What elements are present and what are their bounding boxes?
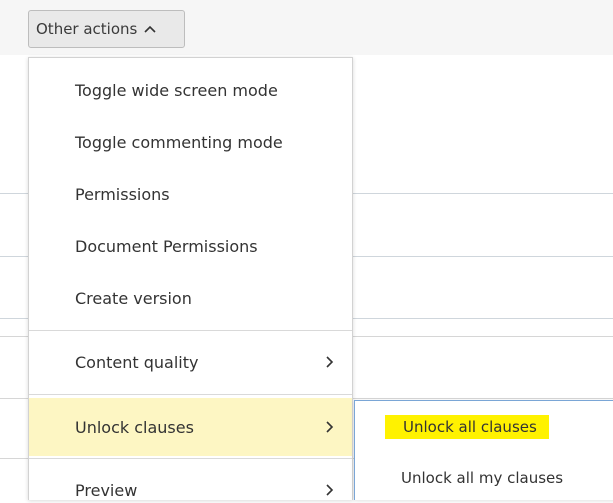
other-actions-menu: Toggle wide screen mode Toggle commentin… — [28, 57, 353, 500]
menu-divider — [29, 394, 352, 395]
chevron-right-icon — [325, 420, 335, 434]
submenu-item-unlock-all-my-clauses[interactable]: Unlock all my clauses — [355, 453, 613, 503]
menu-item-label: Unlock clauses — [75, 417, 194, 437]
menu-item-permissions[interactable]: Permissions — [29, 168, 352, 220]
menu-item-label: Permissions — [75, 184, 170, 204]
menu-item-toggle-wide-screen[interactable]: Toggle wide screen mode — [29, 64, 352, 116]
chevron-up-icon — [143, 24, 157, 34]
menu-item-preview[interactable]: Preview — [29, 464, 352, 500]
submenu-item-unlock-all-clauses[interactable]: Unlock all clauses — [355, 402, 613, 452]
menu-item-label: Document Permissions — [75, 236, 258, 256]
chevron-right-icon — [325, 483, 335, 497]
other-actions-label: Other actions — [36, 20, 138, 38]
menu-item-toggle-commenting[interactable]: Toggle commenting mode — [29, 116, 352, 168]
menu-item-label: Toggle commenting mode — [75, 132, 283, 152]
unlock-clauses-submenu: Unlock all clauses Unlock all my clauses — [354, 400, 613, 500]
menu-item-label: Toggle wide screen mode — [75, 80, 278, 100]
menu-item-document-permissions[interactable]: Document Permissions — [29, 220, 352, 272]
menu-item-unlock-clauses[interactable]: Unlock clauses — [29, 398, 352, 456]
menu-divider — [29, 330, 352, 331]
chevron-right-icon — [325, 355, 335, 369]
menu-divider — [29, 458, 352, 459]
menu-item-label: Create version — [75, 288, 192, 308]
other-actions-button[interactable]: Other actions — [28, 10, 185, 48]
menu-item-label: Content quality — [75, 352, 199, 372]
menu-item-content-quality[interactable]: Content quality — [29, 336, 352, 388]
submenu-item-label: Unlock all clauses — [385, 415, 549, 439]
submenu-item-label: Unlock all my clauses — [401, 469, 564, 487]
menu-item-label: Preview — [75, 480, 138, 500]
menu-item-create-version[interactable]: Create version — [29, 272, 352, 324]
